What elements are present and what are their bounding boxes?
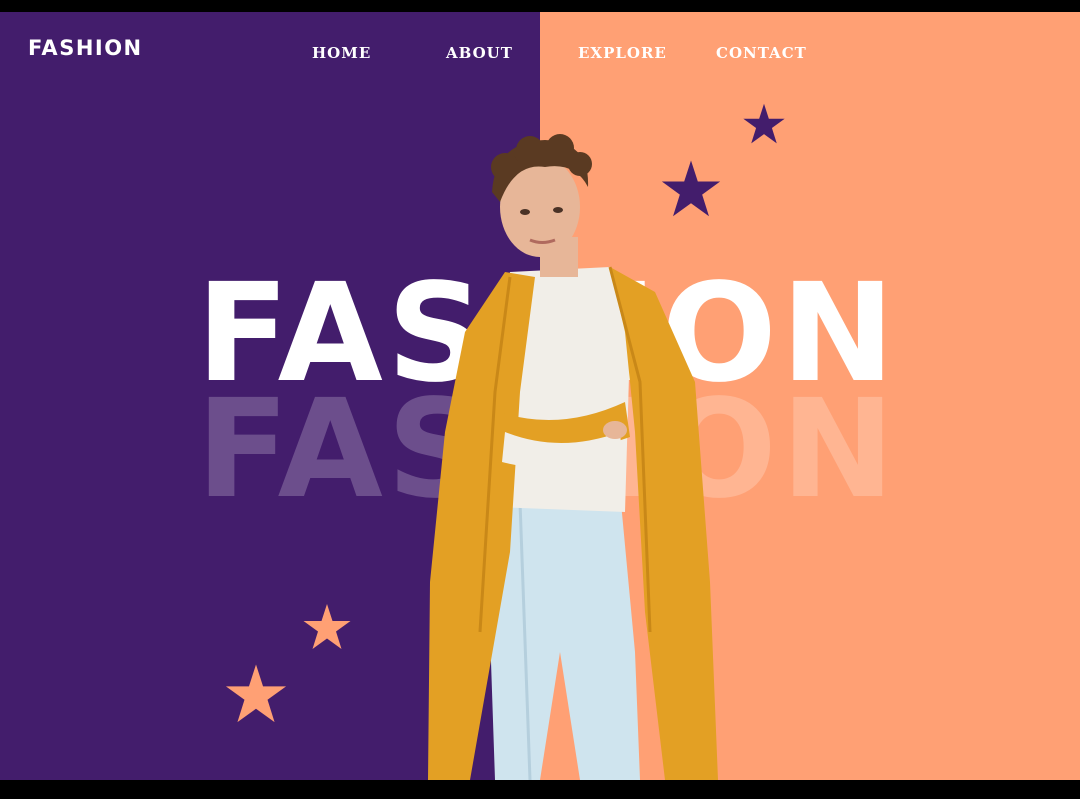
star-icon: [225, 664, 287, 723]
nav-about[interactable]: ABOUT: [446, 44, 513, 62]
nav-contact[interactable]: CONTACT: [716, 44, 807, 62]
landing-frame: FASHION HOME ABOUT EXPLORE CONTACT FASHI…: [0, 12, 1080, 780]
nav-home[interactable]: HOME: [312, 44, 371, 62]
nav-explore[interactable]: EXPLORE: [578, 44, 667, 62]
star-icon: [743, 103, 785, 144]
star-icon: [303, 604, 351, 649]
model-photo: [428, 134, 718, 780]
brand-logo[interactable]: FASHION: [28, 36, 143, 60]
